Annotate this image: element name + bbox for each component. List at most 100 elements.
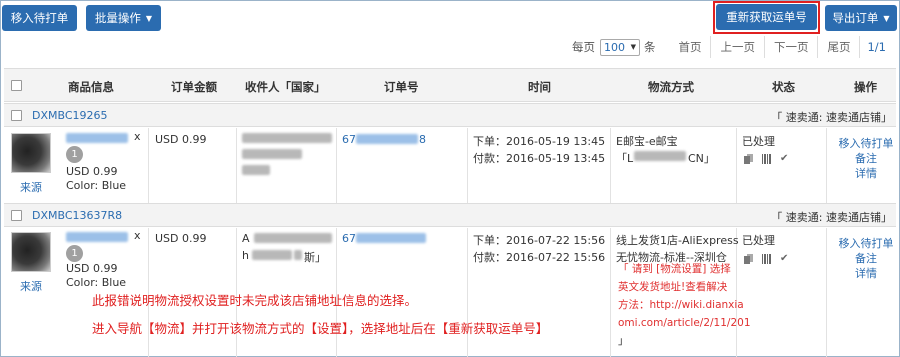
- header-actions: 操作: [854, 80, 877, 94]
- header-recipient: 收件人「国家」: [245, 80, 326, 94]
- order-group-id[interactable]: DXMBC13637R8: [32, 209, 122, 222]
- source-link[interactable]: 来源: [20, 179, 42, 195]
- redacted-recipient: [242, 149, 302, 159]
- order-group-id[interactable]: DXMBC19265: [32, 109, 108, 122]
- remark-link[interactable]: 备注: [831, 151, 900, 166]
- page-indicator: 1/1: [859, 36, 893, 58]
- move-to-pending-label: 移入待打单: [10, 11, 69, 25]
- product-color: Color: Blue: [66, 179, 127, 192]
- header-order-no: 订单号: [384, 80, 419, 94]
- source-link[interactable]: 来源: [20, 278, 42, 294]
- annotation-line-1: 此报错说明物流授权设置时未完成该店铺地址信息的选择。: [92, 293, 418, 308]
- shop-label: 「 速卖通: 速卖通店铺」: [771, 111, 892, 124]
- redacted-order-no: [356, 134, 418, 144]
- redacted-recipient: [294, 250, 302, 260]
- qty-multiplier: x: [134, 229, 141, 242]
- row-actions: 移入待打单 备注 详情: [831, 236, 900, 281]
- table-header: 商品信息 订单金额 收件人「国家」 订单号 时间 物流方式 状态 操作: [4, 69, 896, 102]
- prev-page-button[interactable]: 上一页: [710, 36, 764, 58]
- batch-ops-button[interactable]: 批量操作 ▼: [86, 5, 161, 31]
- unit-price: USD 0.99: [66, 262, 118, 275]
- copy-icon[interactable]: [744, 154, 754, 164]
- header-time: 时间: [528, 80, 551, 94]
- header-status: 状态: [772, 80, 795, 94]
- logistics-method: 线上发货1店-AliExpress: [616, 234, 739, 247]
- error-line: 「 请到 [物流设置] 选择: [618, 263, 731, 275]
- order-no-prefix[interactable]: 67: [342, 133, 356, 146]
- export-orders-button[interactable]: 导出订单 ▼: [825, 5, 897, 31]
- barcode-icon[interactable]: [762, 154, 772, 164]
- per-page-unit: 条: [643, 40, 656, 54]
- move-to-pending-link[interactable]: 移入待打单: [831, 136, 900, 151]
- check-icon[interactable]: [780, 154, 790, 164]
- order-time: 下单：2016-05-19 13:45: [473, 135, 606, 148]
- redacted-recipient: [242, 133, 332, 143]
- details-link[interactable]: 详情: [831, 166, 900, 181]
- redacted-sku: [66, 232, 128, 242]
- error-line: 英文发货地址!查看解决: [618, 281, 728, 293]
- error-line: 方法：http://wiki.dianxia: [618, 299, 744, 311]
- qty-badge: 1: [66, 146, 83, 163]
- details-link[interactable]: 详情: [831, 266, 900, 281]
- order-checkbox[interactable]: [11, 210, 22, 221]
- order-no-prefix[interactable]: 67: [342, 232, 356, 245]
- order-group-header: DXMBC19265 「 速卖通: 速卖通店铺」: [4, 103, 896, 127]
- recipient-name-prefix: A: [242, 232, 250, 245]
- table-row: 来源 x 1 USD 0.99 Color: Blue USD 0.99 67 …: [4, 128, 896, 204]
- pay-time: 付款：2016-05-19 13:45: [473, 152, 606, 165]
- order-no-suffix[interactable]: 8: [419, 133, 426, 146]
- header-product: 商品信息: [68, 80, 114, 94]
- order-group-header: DXMBC13637R8 「 速卖通: 速卖通店铺」: [4, 203, 896, 227]
- check-icon[interactable]: [780, 254, 790, 264]
- product-color: Color: Blue: [66, 276, 127, 289]
- order-amount: USD 0.99: [155, 232, 207, 245]
- redacted-recipient: [254, 233, 332, 243]
- logistics-error: 「 请到 [物流设置] 选择 英文发货地址!查看解决 方法：http://wik…: [618, 260, 751, 350]
- product-thumbnail[interactable]: [11, 133, 51, 173]
- error-line: 」: [618, 335, 629, 347]
- export-orders-label: 导出订单: [832, 11, 879, 25]
- copy-icon[interactable]: [744, 254, 754, 264]
- shop-label: 「 速卖通: 速卖通店铺」: [771, 211, 892, 224]
- annotation-line-2: 进入导航【物流】并打开该物流方式的【设置】，选择地址后在【重新获取运单号】: [92, 321, 549, 336]
- redacted-order-no: [356, 233, 426, 243]
- redacted-recipient: [242, 165, 270, 175]
- unit-price: USD 0.99: [66, 165, 118, 178]
- order-checkbox[interactable]: [11, 110, 22, 121]
- order-status: 已处理: [742, 234, 775, 247]
- orders-table: 商品信息 订单金额 收件人「国家」 订单号 时间 物流方式 状态 操作 DXMB…: [4, 68, 896, 357]
- barcode-icon[interactable]: [762, 254, 772, 264]
- last-page-button[interactable]: 尾页: [817, 36, 859, 58]
- pagination: 每页 100 ▼ 条 首页 上一页 下一页 尾页 1/1: [572, 36, 893, 58]
- redacted-sku: [66, 133, 128, 143]
- order-time: 下单：2016-07-22 15:56: [473, 234, 606, 247]
- tracking-suffix: CN」: [688, 152, 715, 165]
- recipient-country: 斯」: [304, 251, 326, 264]
- status-icons: [744, 254, 790, 264]
- chevron-down-icon: ▼: [630, 43, 636, 51]
- logistics-method: E邮宝-e邮宝: [616, 135, 678, 148]
- move-to-pending-link[interactable]: 移入待打单: [831, 236, 900, 251]
- qty-multiplier: x: [134, 130, 141, 143]
- select-all-checkbox[interactable]: [11, 80, 22, 91]
- move-to-pending-button[interactable]: 移入待打单: [2, 5, 77, 31]
- error-line: omi.com/article/2/11/201: [618, 317, 751, 329]
- batch-ops-label: 批量操作: [94, 11, 141, 25]
- header-logistics: 物流方式: [648, 80, 694, 94]
- pay-time: 付款：2016-07-22 15:56: [473, 251, 606, 264]
- per-page-select[interactable]: 100 ▼: [599, 38, 640, 56]
- remark-link[interactable]: 备注: [831, 251, 900, 266]
- first-page-button[interactable]: 首页: [669, 36, 710, 58]
- redacted-recipient: [252, 250, 292, 260]
- header-amount: 订单金额: [171, 80, 217, 94]
- tracking-prefix: 「L: [616, 152, 634, 165]
- row-actions: 移入待打单 备注 详情: [831, 136, 900, 181]
- recipient-name-part: h: [242, 249, 249, 262]
- product-thumbnail[interactable]: [11, 232, 51, 272]
- qty-badge: 1: [66, 245, 83, 262]
- next-page-button[interactable]: 下一页: [763, 36, 818, 58]
- order-amount: USD 0.99: [155, 133, 207, 146]
- caret-down-icon: ▼: [883, 13, 890, 23]
- per-page-value: 100: [603, 40, 625, 54]
- highlight-box: [713, 1, 820, 34]
